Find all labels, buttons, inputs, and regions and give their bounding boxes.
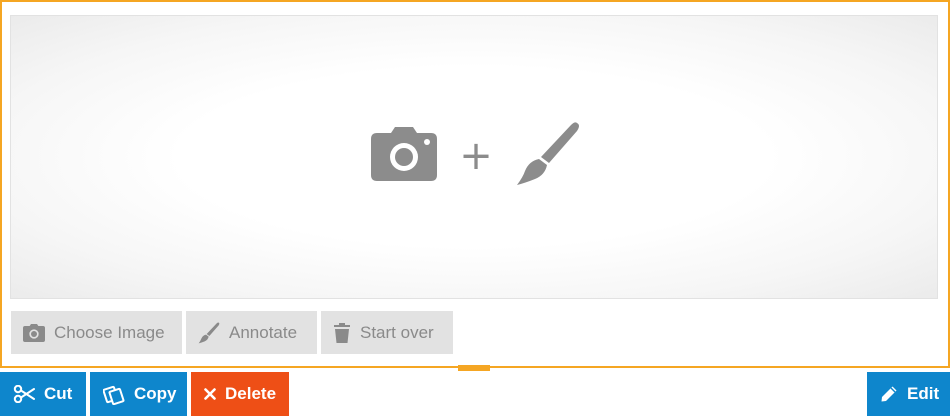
start-over-button[interactable]: Start over [321,311,453,354]
annotate-button[interactable]: Annotate [186,311,317,354]
annotate-label: Annotate [229,322,298,342]
paintbrush-icon [515,121,581,192]
trash-icon [333,322,351,344]
cut-button[interactable]: Cut [0,372,86,416]
pencil-icon [880,385,898,403]
edit-button[interactable]: Edit [867,372,950,416]
paintbrush-icon [198,321,220,344]
choose-image-button[interactable]: Choose Image [11,311,182,354]
scissors-icon [13,385,35,403]
camera-icon [371,126,437,186]
delete-label: Delete [225,384,277,403]
image-tool-toolbar: Choose Image Annotate Start over [11,311,453,354]
plus-sign: + [459,133,493,179]
image-canvas[interactable]: + [10,15,938,299]
copy-button[interactable]: Copy [90,372,187,416]
choose-image-label: Choose Image [54,322,165,342]
delete-button[interactable]: Delete [191,372,289,416]
copy-icon [103,383,125,405]
close-icon [204,388,216,400]
start-over-label: Start over [360,322,434,342]
camera-icon [23,323,45,342]
copy-label: Copy [134,384,177,403]
resize-handle[interactable] [458,365,490,371]
cut-label: Cut [44,384,73,403]
edit-label: Edit [907,384,940,403]
empty-placeholder: + [371,116,581,196]
